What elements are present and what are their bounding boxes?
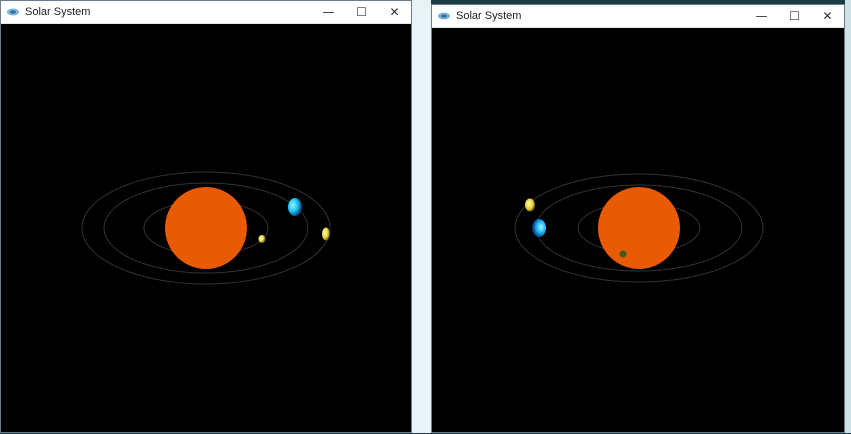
sun <box>598 187 680 269</box>
maximize-button[interactable]: ☐ <box>778 5 811 27</box>
title-bar[interactable]: Solar System — ☐ ✕ <box>432 5 844 28</box>
solar-system-scene <box>81 171 331 285</box>
planet-blue <box>532 219 546 237</box>
minimize-button[interactable]: — <box>312 1 345 23</box>
close-button[interactable]: ✕ <box>811 5 844 27</box>
planet-yellow-edge <box>322 227 330 241</box>
close-button[interactable]: ✕ <box>378 1 411 23</box>
title-bar[interactable]: Solar System — ☐ ✕ <box>1 1 411 24</box>
desktop-background-gap <box>412 0 431 433</box>
solar-system-window-right[interactable]: Solar System — ☐ ✕ <box>431 4 845 433</box>
planet-dark <box>619 250 627 258</box>
window-title: Solar System <box>25 6 91 18</box>
minimize-button[interactable]: — <box>745 5 778 27</box>
app-icon <box>5 4 21 20</box>
render-viewport[interactable] <box>432 28 844 432</box>
planet-yellow-small <box>258 235 266 243</box>
planet-cyan <box>288 198 302 216</box>
solar-system-window-left[interactable]: Solar System — ☐ ✕ <box>0 0 412 433</box>
app-icon <box>436 8 452 24</box>
sun <box>165 187 247 269</box>
solar-system-scene <box>514 173 764 283</box>
desktop-wallpaper-edge <box>845 0 851 433</box>
window-title: Solar System <box>456 10 522 22</box>
planet-yellow <box>525 198 535 212</box>
render-viewport[interactable] <box>1 24 411 432</box>
maximize-button[interactable]: ☐ <box>345 1 378 23</box>
